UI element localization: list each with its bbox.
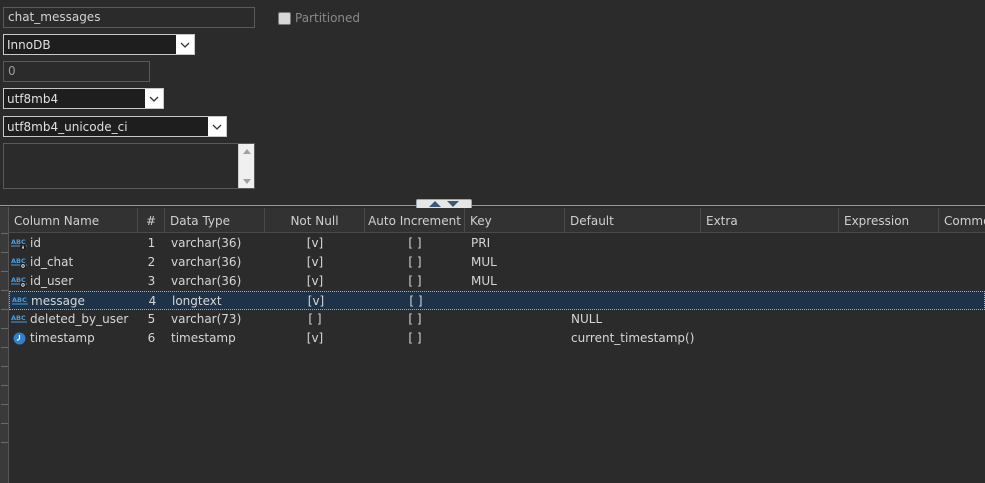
comment-scrollbar[interactable] — [238, 144, 254, 188]
not-null-cell[interactable]: [v] — [265, 329, 365, 348]
splitter-line — [0, 205, 985, 206]
collation-value: utf8mb4_unicode_ci — [7, 120, 128, 134]
key-cell[interactable]: MUL — [471, 272, 497, 291]
comment-textarea[interactable] — [3, 143, 255, 189]
column-name-cell[interactable]: id — [30, 234, 41, 253]
engine-select[interactable]: InnoDB — [3, 34, 195, 55]
header-default[interactable]: Default — [565, 208, 701, 233]
partitioned-checkbox-box[interactable] — [278, 11, 291, 25]
table-name-input[interactable]: chat_messages — [3, 7, 255, 28]
data-type-cell[interactable]: timestamp — [171, 329, 236, 348]
default-cell[interactable]: current_timestamp() — [571, 329, 694, 348]
key-cell[interactable]: PRI — [471, 234, 490, 253]
data-type-cell[interactable]: varchar(36) — [171, 272, 241, 291]
header-comment[interactable]: Comme — [939, 208, 985, 233]
column-name-cell[interactable]: timestamp — [30, 329, 95, 348]
engine-value: InnoDB — [7, 38, 51, 52]
svg-text:ABC: ABC — [11, 314, 26, 322]
abc-index-icon: ABC — [11, 275, 29, 289]
scroll-up-icon[interactable] — [239, 144, 254, 158]
header-column-name[interactable]: Column Name — [9, 208, 138, 233]
clock-icon — [13, 332, 26, 345]
partitioned-checkbox[interactable]: Partitioned — [278, 11, 360, 25]
table-row[interactable]: ABC message 4 longtext [v][ ] — [9, 291, 985, 310]
column-name-cell[interactable]: deleted_by_user — [30, 310, 128, 329]
partitioned-label: Partitioned — [295, 11, 361, 25]
header-data-type[interactable]: Data Type — [165, 208, 265, 233]
scroll-down-icon[interactable] — [239, 174, 254, 188]
auto-increment-cell[interactable]: [ ] — [365, 310, 465, 329]
data-type-cell[interactable]: longtext — [172, 292, 222, 311]
grid-header: Column Name # Data Type Not Null Auto In… — [9, 208, 985, 233]
collapse-up-icon[interactable] — [429, 201, 441, 207]
charset-select[interactable]: utf8mb4 — [3, 88, 164, 109]
data-type-cell[interactable]: varchar(36) — [171, 234, 241, 253]
column-number-cell[interactable]: 4 — [139, 292, 166, 311]
not-null-cell[interactable]: [v] — [265, 253, 365, 272]
table-row[interactable]: ABC deleted_by_user 5 varchar(73) [ ][ ] NULL — [9, 310, 985, 329]
default-cell[interactable]: NULL — [571, 310, 602, 329]
not-null-cell[interactable]: [v] — [266, 292, 366, 311]
header-number[interactable]: # — [138, 208, 165, 233]
left-gutter — [0, 207, 9, 483]
auto-increment-cell[interactable]: [ ] — [366, 292, 466, 311]
key-cell[interactable]: MUL — [471, 253, 497, 272]
column-number-cell[interactable]: 1 — [138, 234, 165, 253]
abc-icon: ABC — [11, 313, 29, 327]
auto-increment-cell[interactable]: [ ] — [365, 234, 465, 253]
table-row[interactable]: timestamp 6 timestamp [v][ ] current_timesta… — [9, 329, 985, 348]
data-type-cell[interactable]: varchar(36) — [171, 253, 241, 272]
chevron-down-icon[interactable] — [208, 117, 226, 136]
header-extra[interactable]: Extra — [701, 208, 839, 233]
auto-increment-cell[interactable]: [ ] — [365, 253, 465, 272]
column-number-cell[interactable]: 3 — [138, 272, 165, 291]
header-key[interactable]: Key — [465, 208, 565, 233]
charset-value: utf8mb4 — [7, 92, 59, 106]
abc-key-icon: ABC — [11, 237, 29, 251]
svg-text:ABC: ABC — [12, 296, 27, 304]
table-row[interactable]: ABC id_user 3 varchar(36) [v][ ] MUL — [9, 272, 985, 291]
table-row[interactable]: ABC id_chat 2 varchar(36) [v][ ] MUL — [9, 253, 985, 272]
not-null-cell[interactable]: [v] — [265, 234, 365, 253]
column-number-cell[interactable]: 2 — [138, 253, 165, 272]
auto-increment-cell[interactable]: [ ] — [365, 272, 465, 291]
column-name-cell[interactable]: message — [31, 292, 85, 311]
columns-grid[interactable]: Column Name # Data Type Not Null Auto In… — [9, 208, 985, 483]
auto-increment-cell[interactable]: [ ] — [365, 329, 465, 348]
column-number-cell[interactable]: 6 — [138, 329, 165, 348]
collation-select[interactable]: utf8mb4_unicode_ci — [3, 116, 227, 137]
auto-increment-input[interactable]: 0 — [3, 61, 150, 82]
table-row[interactable]: ABC id 1 varchar(36) [v][ ] PRI — [9, 234, 985, 253]
data-type-cell[interactable]: varchar(73) — [171, 310, 241, 329]
column-name-cell[interactable]: id_chat — [30, 253, 73, 272]
not-null-cell[interactable]: [ ] — [265, 310, 365, 329]
header-auto-increment[interactable]: Auto Increment — [365, 208, 465, 233]
collapse-down-icon[interactable] — [447, 201, 459, 207]
header-not-null[interactable]: Not Null — [265, 208, 365, 233]
abc-index-icon: ABC — [11, 256, 29, 270]
chevron-down-icon[interactable] — [145, 89, 163, 108]
not-null-cell[interactable]: [v] — [265, 272, 365, 291]
column-number-cell[interactable]: 5 — [138, 310, 165, 329]
chevron-down-icon[interactable] — [176, 35, 194, 54]
header-expression[interactable]: Expression — [839, 208, 939, 233]
abc-icon: ABC — [12, 295, 30, 309]
column-name-cell[interactable]: id_user — [30, 272, 73, 291]
